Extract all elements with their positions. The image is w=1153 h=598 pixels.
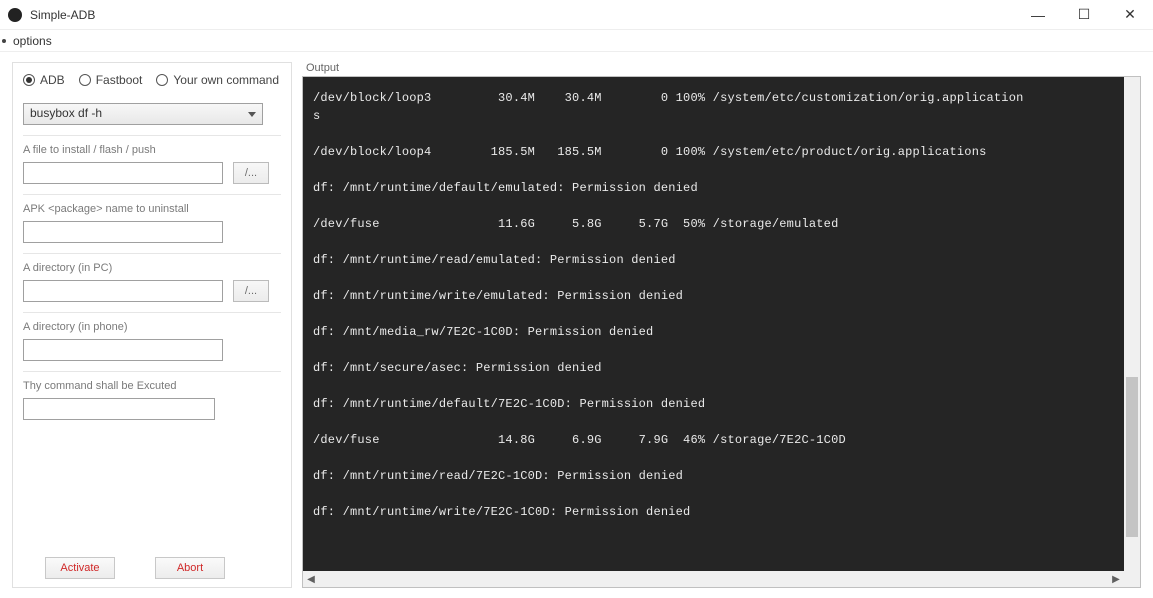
radio-fastboot-label: Fastboot <box>96 73 143 87</box>
group-command: Thy command shall be Excuted <box>23 371 281 420</box>
app-icon <box>8 8 22 22</box>
group-dir-pc-label: A directory (in PC) <box>23 262 281 274</box>
close-button[interactable]: ✕ <box>1107 0 1153 30</box>
menubar: options <box>0 30 1153 52</box>
group-dir-phone: A directory (in phone) <box>23 312 281 361</box>
radio-adb[interactable]: ADB <box>23 73 65 87</box>
window-controls: — ☐ ✕ <box>1015 0 1153 30</box>
abort-button[interactable]: Abort <box>155 557 225 579</box>
horizontal-scrollbar[interactable]: ◀ ▶ <box>303 571 1140 587</box>
group-dir-phone-label: A directory (in phone) <box>23 321 281 333</box>
radio-adb-label: ADB <box>40 73 65 87</box>
left-panel: ADB Fastboot Your own command busybox df… <box>12 62 292 588</box>
dir-phone-input[interactable] <box>23 339 223 361</box>
group-apk-label: APK <package> name to uninstall <box>23 203 281 215</box>
command-dropdown[interactable]: busybox df -h <box>23 103 263 125</box>
command-dropdown-value: busybox df -h <box>30 106 102 120</box>
titlebar: Simple-ADB — ☐ ✕ <box>0 0 1153 30</box>
scroll-right-icon[interactable]: ▶ <box>1108 571 1124 587</box>
action-row: Activate Abort <box>23 543 281 579</box>
mode-radio-group: ADB Fastboot Your own command <box>23 71 281 93</box>
radio-icon <box>23 74 35 86</box>
output-frame: /dev/block/loop3 30.4M 30.4M 0 100% /sys… <box>302 76 1141 588</box>
group-file: A file to install / flash / push /... <box>23 135 281 184</box>
group-apk: APK <package> name to uninstall <box>23 194 281 243</box>
right-panel: Output /dev/block/loop3 30.4M 30.4M 0 10… <box>302 62 1141 588</box>
apk-package-input[interactable] <box>23 221 223 243</box>
browse-dir-pc-button[interactable]: /... <box>233 280 269 302</box>
group-file-label: A file to install / flash / push <box>23 144 281 156</box>
group-command-label: Thy command shall be Excuted <box>23 380 281 392</box>
output-label: Output <box>306 62 1141 74</box>
group-dir-pc: A directory (in PC) /... <box>23 253 281 302</box>
minimize-button[interactable]: — <box>1015 0 1061 30</box>
output-terminal[interactable]: /dev/block/loop3 30.4M 30.4M 0 100% /sys… <box>303 77 1140 571</box>
radio-icon <box>79 74 91 86</box>
activate-button[interactable]: Activate <box>45 557 115 579</box>
radio-fastboot[interactable]: Fastboot <box>79 73 143 87</box>
radio-own-label: Your own command <box>173 73 279 87</box>
content: ADB Fastboot Your own command busybox df… <box>0 52 1153 598</box>
own-command-input[interactable] <box>23 398 215 420</box>
scroll-left-icon[interactable]: ◀ <box>303 571 319 587</box>
dir-pc-input[interactable] <box>23 280 223 302</box>
radio-own-command[interactable]: Your own command <box>156 73 279 87</box>
maximize-button[interactable]: ☐ <box>1061 0 1107 30</box>
window-title: Simple-ADB <box>30 8 1015 22</box>
menu-bullet-icon <box>2 39 6 43</box>
vertical-scrollbar[interactable] <box>1124 77 1140 571</box>
file-path-input[interactable] <box>23 162 223 184</box>
menu-options[interactable]: options <box>9 34 56 48</box>
browse-file-button[interactable]: /... <box>233 162 269 184</box>
radio-icon <box>156 74 168 86</box>
scrollbar-thumb[interactable] <box>1126 377 1138 537</box>
